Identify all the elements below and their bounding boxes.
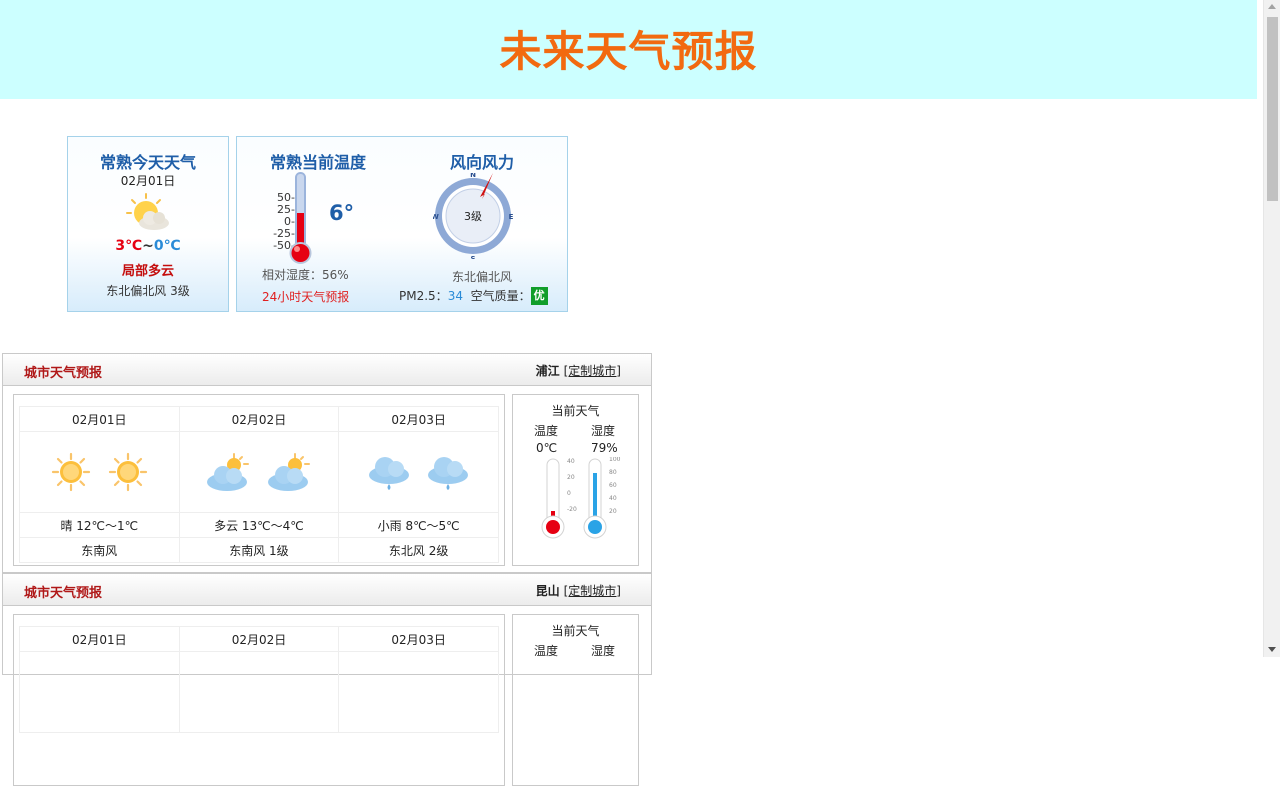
forecast-date: 02月02日: [178, 406, 340, 432]
today-wind: 东北偏北风 3级: [106, 284, 190, 298]
today-condition: 局部多云: [121, 264, 174, 279]
aq-badge: 优: [530, 287, 548, 305]
compass-s: S: [470, 255, 475, 259]
hum-gauge-tick: 20: [609, 508, 617, 515]
temperature-value: 0℃: [536, 441, 558, 455]
forecast-date: 02月03日: [338, 406, 499, 432]
scrollbar-thumb[interactable]: [1267, 17, 1278, 201]
pm25-label: PM2.5：: [399, 289, 448, 303]
forecast-date: 02月01日: [19, 406, 180, 432]
temp-gauge-tick: 40: [567, 458, 575, 465]
today-temperature-range: 3℃~0℃: [68, 238, 228, 254]
wind-level: 3级: [464, 210, 482, 223]
compass-w: W: [433, 213, 439, 221]
current-conditions-panel: 常熟当前温度 风向风力 50- 25- 0- -25- -50- 6° 相对湿度…: [236, 136, 568, 312]
city-forecast-header: 城市天气预报 浦江 [定制城市]: [3, 354, 651, 386]
city-forecast-title: 城市天气预报: [24, 366, 103, 381]
sun-icon: [51, 452, 90, 492]
forecast-description: 晴 12℃～1℃: [19, 512, 180, 538]
scroll-up-arrow-icon[interactable]: [1268, 4, 1276, 9]
city-name: 昆山: [535, 584, 560, 598]
today-title: 常熟今天天气: [99, 153, 196, 172]
air-quality-row: PM2.5：34 空气质量：优: [399, 287, 548, 305]
forecast-table: 02月01日 02月02日 02月03日: [19, 406, 499, 563]
hum-gauge-tick: 100: [609, 457, 621, 463]
pm25-value: 34: [447, 289, 463, 303]
current-weather-box: 当前天气 温度 湿度: [512, 614, 639, 786]
temp-gauge-tick: -20: [567, 506, 577, 513]
compass-e: E: [509, 213, 513, 221]
humidity-gauge-icon: 100 80 60 40 20: [583, 457, 621, 539]
page-header: 未来天气预报: [0, 0, 1257, 99]
rain-cloud-icon: [369, 457, 410, 490]
forecast-date: 02月03日: [338, 626, 499, 652]
page-title: 未来天气预报: [499, 27, 758, 76]
hum-gauge-tick: 60: [609, 482, 617, 489]
city-forecast-title: 城市天气预报: [24, 586, 103, 601]
today-weather-panel: 常熟今天天气 02月01日 3℃~0℃ 局部多云 东北偏北风 3级: [67, 136, 229, 312]
rain-cloud-icon: [428, 457, 469, 490]
city-forecast-header: 城市天气预报 昆山 [定制城市]: [3, 574, 651, 606]
cloud-sun-icon: [268, 453, 311, 491]
today-temp-low: 0℃: [153, 238, 181, 254]
cloud-sun-icon: [207, 453, 250, 491]
scroll-down-arrow-icon[interactable]: [1268, 647, 1276, 652]
hum-gauge-tick: 40: [609, 495, 617, 502]
hum-gauge-tick: 80: [609, 469, 617, 476]
three-day-forecast: 02月01日 02月02日 02月03日: [13, 614, 505, 786]
wind-direction: 东北偏北风: [451, 270, 512, 284]
aq-label: 空气质量：: [470, 289, 531, 303]
temp-gauge-tick: 0: [567, 490, 571, 497]
customize-city-link[interactable]: [定制城市]: [564, 584, 621, 598]
forecast-wind: 东北风 2级: [338, 537, 499, 563]
wind-title: 风向风力: [449, 153, 514, 172]
vertical-scrollbar[interactable]: [1263, 0, 1280, 657]
current-weather-title: 当前天气: [551, 404, 600, 418]
compass-n: N: [470, 173, 476, 179]
current-weather-box: 当前天气 温度 湿度 0℃ 79% 40 20 0 -20 100 80 60 …: [512, 394, 639, 566]
today-temp-high: 3℃: [115, 238, 143, 254]
temperature-gauge-icon: 40 20 0 -20: [541, 458, 577, 539]
customize-city-link[interactable]: [定制城市]: [564, 364, 621, 378]
three-day-forecast: 02月01日 02月02日 02月03日: [13, 394, 505, 566]
current-temperature: 6°: [329, 201, 355, 225]
forecast-date: 02月02日: [178, 626, 340, 652]
partly-cloudy-sun-icon: [126, 193, 172, 237]
city-forecast-block: 城市天气预报 昆山 [定制城市] 02月01日 02月02日 02月03日 当前天…: [2, 573, 652, 786]
temperature-label: 温度: [534, 424, 559, 438]
wind-compass-icon: N S E W 3级: [433, 173, 513, 259]
city-name: 浦江: [535, 364, 560, 378]
forecast-description: 多云 13℃～4℃: [178, 512, 340, 538]
humidity-label: 湿度: [591, 424, 616, 438]
today-temp-separator: ~: [142, 238, 154, 254]
gauges-icon: 40 20 0 -20 100 80 60 40 20: [541, 457, 621, 539]
forecast-wind: 东南风 1级: [178, 537, 340, 563]
humidity-value: 79%: [591, 441, 618, 455]
forecast-date: 02月01日: [19, 626, 180, 652]
city-forecast-block: 城市天气预报 浦江 [定制城市] 02月01日 02月02日 02月03日 晴 …: [2, 353, 652, 573]
humidity-label: 湿度: [591, 644, 616, 658]
forecast-24h-link[interactable]: 24小时天气预报: [262, 288, 349, 305]
temperature-label: 温度: [534, 644, 559, 658]
forecast-table: 02月01日 02月02日 02月03日: [19, 626, 499, 733]
forecast-description: 小雨 8℃～5℃: [338, 512, 499, 538]
thermometer-icon: 50- 25- 0- -25- -50-: [273, 172, 312, 264]
forecast-wind: 东南风: [19, 537, 180, 563]
relative-humidity: 相对湿度：56%: [262, 268, 349, 282]
current-weather-title: 当前天气: [551, 624, 600, 638]
today-date: 02月01日: [120, 174, 176, 188]
temp-gauge-tick: 20: [567, 474, 575, 481]
sun-icon: [108, 452, 147, 492]
